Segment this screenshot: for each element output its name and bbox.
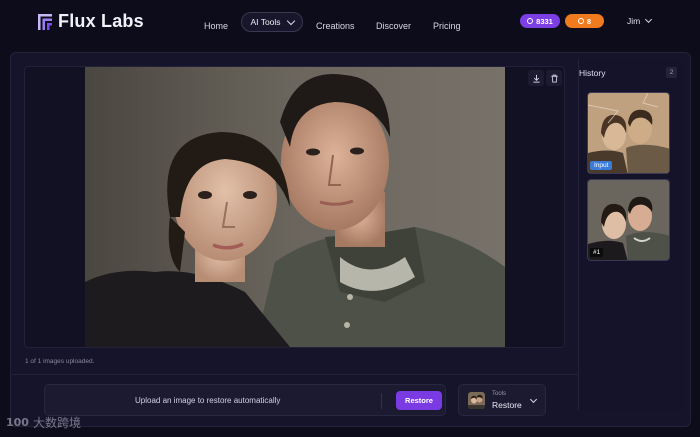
- restored-photo: [85, 67, 505, 347]
- logo[interactable]: Flux Labs: [38, 11, 144, 32]
- history-item-result[interactable]: #1: [587, 179, 670, 261]
- watermark: 100 大数跨境: [6, 414, 81, 431]
- coin-icon: [527, 18, 534, 24]
- credits-badge[interactable]: 8331: [520, 14, 560, 28]
- watermark-text: 大数跨境: [32, 416, 81, 430]
- chevron-down-icon: [286, 16, 295, 25]
- download-icon: [532, 74, 540, 83]
- nav-pricing[interactable]: Pricing: [433, 16, 461, 36]
- bonus-credits-value: 8: [586, 16, 592, 26]
- download-button[interactable]: [528, 70, 544, 86]
- delete-button[interactable]: [546, 70, 562, 86]
- chevron-down-icon: [529, 395, 538, 404]
- history-tag: #1: [590, 248, 604, 257]
- chevron-down-icon: [645, 15, 653, 24]
- app-name: Flux Labs: [58, 11, 144, 31]
- tool-thumbnail: [468, 392, 485, 409]
- trash-icon: [550, 74, 558, 83]
- nav-creations[interactable]: Creations: [316, 16, 355, 36]
- watermark-logo: 100: [6, 416, 29, 429]
- logo-icon: [38, 13, 52, 30]
- nav-ai-tools-label: AI Tools: [250, 17, 281, 27]
- prompt-hint: Upload an image to restore automatically: [135, 396, 281, 405]
- history-title: History: [579, 68, 606, 78]
- tools-selector[interactable]: Tools Restore: [458, 384, 546, 416]
- user-menu[interactable]: Jim: [627, 15, 653, 26]
- nav-ai-tools-dropdown[interactable]: AI Tools: [241, 12, 303, 32]
- history-count: 2: [666, 67, 677, 78]
- credits-value: 8331: [536, 16, 553, 26]
- tools-label: Tools: [492, 391, 507, 397]
- nav-home[interactable]: Home: [204, 16, 228, 36]
- nav-discover[interactable]: Discover: [376, 16, 411, 36]
- top-bar: Flux Labs Home AI Tools Creations Discov…: [0, 0, 700, 44]
- upload-status: 1 of 1 images uploaded.: [25, 358, 95, 365]
- history-item-input[interactable]: Input: [587, 92, 670, 174]
- user-name: Jim: [627, 16, 641, 26]
- coin-icon: [577, 18, 584, 24]
- history-tag: Input: [590, 161, 613, 170]
- divider: [381, 393, 382, 409]
- divider: [12, 374, 578, 375]
- bonus-credits-badge[interactable]: 8: [565, 14, 604, 28]
- prompt-bar[interactable]: Upload an image to restore automatically…: [44, 384, 446, 416]
- restore-button[interactable]: Restore: [396, 391, 442, 410]
- tools-value: Restore: [492, 400, 522, 410]
